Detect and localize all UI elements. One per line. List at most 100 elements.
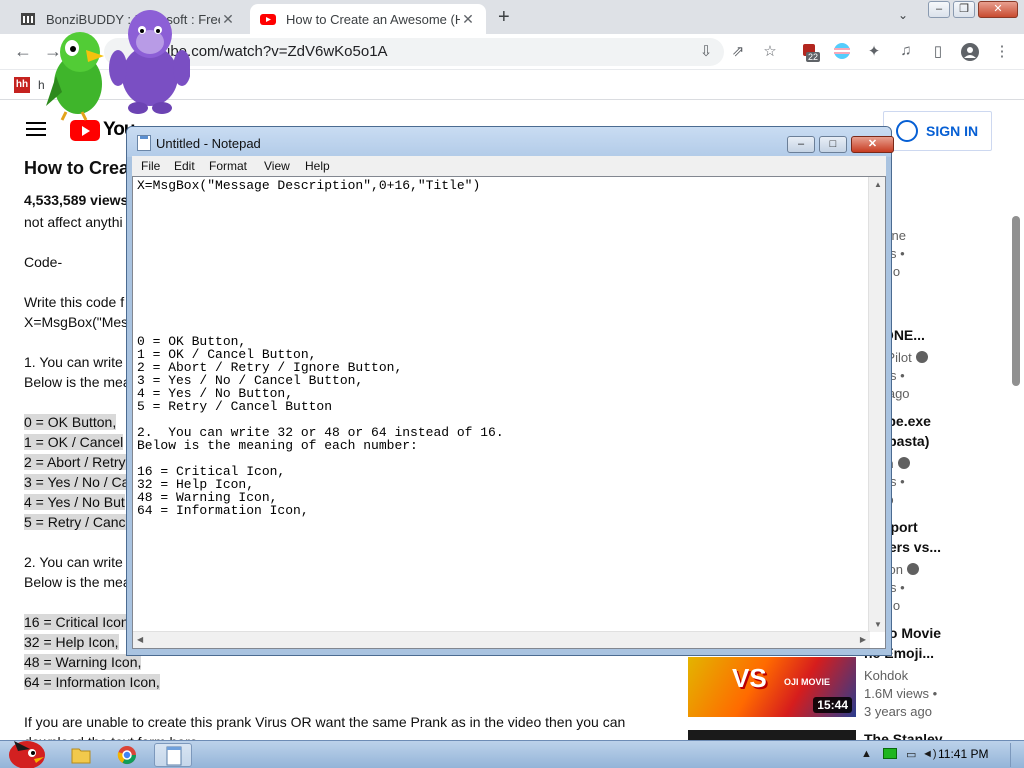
- account-circle-icon: [896, 120, 918, 142]
- tray-expand-icon[interactable]: ▲: [861, 748, 872, 760]
- address-bar[interactable]: ube.com/watch?v=ZdV6wKo5o1A: [104, 38, 724, 66]
- description-line: 16 = Critical Icon: [24, 614, 129, 630]
- description-line: X=MsgBox("Mes: [24, 314, 129, 330]
- video-thumbnail[interactable]: [688, 730, 856, 740]
- notepad-content: X=MsgBox("Message Description",0+16,"Tit…: [137, 179, 865, 517]
- bookmark-star-icon[interactable]: ☆: [760, 42, 780, 62]
- menu-view[interactable]: View: [264, 159, 290, 173]
- notepad-line: [137, 270, 865, 283]
- notepad-line: Below is the meaning of each number:: [137, 438, 418, 453]
- show-desktop-button[interactable]: [1010, 743, 1022, 767]
- scroll-right-icon[interactable]: ▶: [860, 635, 866, 644]
- description-line: Code-: [24, 254, 63, 270]
- notepad-line: [137, 257, 865, 270]
- description-line: 3 = Yes / No / Ca: [24, 474, 130, 490]
- description-line: 2. You can write: [24, 554, 123, 570]
- tab-youtube[interactable]: How to Create an Awesome (H ✕: [250, 4, 486, 34]
- taskbar: ▲ ▭ ◄) 11:41 PM: [0, 740, 1024, 768]
- horizontal-scrollbar[interactable]: ◀ ▶: [133, 631, 870, 648]
- maximize-button[interactable]: ❐: [953, 1, 975, 18]
- notepad-line: [137, 309, 865, 322]
- new-tab-icon[interactable]: +: [498, 6, 510, 29]
- notepad-line: 5 = Retry / Cancel Button: [137, 399, 333, 414]
- notepad-text-area[interactable]: X=MsgBox("Message Description",0+16,"Tit…: [132, 176, 886, 649]
- extension-badge: 22: [806, 52, 821, 62]
- volume-icon[interactable]: ◄): [922, 748, 937, 760]
- purple-gorilla-character[interactable]: [108, 4, 190, 116]
- video-duration: 15:44: [813, 697, 852, 713]
- description-line: Below is the mea: [24, 374, 131, 390]
- description-line: 4 = Yes / No But: [24, 494, 125, 510]
- scroll-down-icon[interactable]: ▼: [874, 620, 882, 629]
- scroll-up-icon[interactable]: ▲: [874, 180, 882, 189]
- share-icon[interactable]: ⇗: [728, 42, 748, 62]
- notepad-line: [137, 231, 865, 244]
- verified-check-icon: [897, 457, 910, 469]
- tab-search-chevron-icon[interactable]: ⌄: [898, 8, 908, 22]
- view-count: 4,533,589 views: [24, 192, 129, 208]
- vertical-scrollbar[interactable]: ▲ ▼: [868, 177, 885, 632]
- notepad-titlebar[interactable]: Untitled - Notepad – □ ✕: [127, 127, 894, 157]
- related-video-meta: 3 years ago: [864, 704, 932, 719]
- related-video-meta: Kohdok: [864, 668, 909, 683]
- notepad-taskbar-icon: [166, 746, 182, 766]
- taskbar-notepad[interactable]: [154, 743, 192, 767]
- notepad-line: [137, 244, 865, 257]
- verified-check-icon: [907, 563, 920, 575]
- description-line: If you are unable to create this prank V…: [24, 714, 626, 730]
- notepad-title: Untitled - Notepad: [156, 136, 261, 151]
- notepad-minimize-button[interactable]: –: [787, 136, 815, 153]
- thumbnail-vs-text: VS: [732, 663, 767, 693]
- extension-flag-icon[interactable]: [832, 42, 852, 62]
- notepad-line: [137, 296, 865, 309]
- menu-kebab-icon[interactable]: ⋮: [992, 42, 1012, 62]
- sign-in-button[interactable]: SIGN IN: [883, 111, 992, 151]
- video-thumbnail[interactable]: VS OJI MOVIE 15:44: [688, 657, 856, 717]
- close-button[interactable]: ✕: [978, 1, 1018, 18]
- description-line: 1 = OK / Cancel: [24, 434, 124, 450]
- menu-format[interactable]: Format: [209, 159, 247, 173]
- video-title: How to Crea: [24, 158, 130, 178]
- youtube-logo-icon[interactable]: [70, 120, 100, 141]
- menu-file[interactable]: File: [141, 159, 160, 173]
- youtube-favicon-icon: [260, 14, 276, 25]
- menu-edit[interactable]: Edit: [174, 159, 195, 173]
- green-parrot-character[interactable]: [42, 26, 116, 122]
- description-line: Below is the mea: [24, 574, 131, 590]
- extension-red-icon[interactable]: 22: [800, 42, 821, 62]
- hh-bookmark-icon[interactable]: hh: [14, 77, 30, 93]
- tab-title: How to Create an Awesome (H: [286, 11, 460, 27]
- taskbar-chrome[interactable]: [108, 743, 146, 767]
- profile-icon[interactable]: [960, 42, 980, 62]
- description-line: not affect anythi: [24, 214, 123, 230]
- description-line: 2 = Abort / Retry: [24, 454, 126, 470]
- side-panel-icon[interactable]: ▯: [928, 42, 948, 62]
- network-icon[interactable]: ▭: [906, 748, 916, 761]
- notepad-window[interactable]: Untitled - Notepad – □ ✕ File Edit Forma…: [126, 126, 894, 656]
- clock[interactable]: 11:41 PM: [938, 747, 988, 761]
- tab-close-icon[interactable]: ✕: [220, 11, 236, 28]
- verified-check-icon: [915, 351, 928, 363]
- notepad-maximize-button[interactable]: □: [819, 136, 847, 153]
- extensions-puzzle-icon[interactable]: ✦: [864, 42, 884, 62]
- angry-bird-start-icon[interactable]: [4, 733, 50, 768]
- menu-help[interactable]: Help: [305, 159, 330, 173]
- notepad-icon: [137, 135, 151, 151]
- hamburger-menu-icon[interactable]: [26, 122, 46, 140]
- minimize-button[interactable]: –: [928, 1, 950, 18]
- back-icon[interactable]: ←: [14, 41, 32, 62]
- tab-close-icon[interactable]: ✕: [460, 11, 476, 28]
- scroll-left-icon[interactable]: ◀: [137, 635, 143, 644]
- notepad-close-button[interactable]: ✕: [851, 136, 894, 153]
- taskbar-explorer[interactable]: [62, 743, 100, 767]
- page-scrollbar[interactable]: [1012, 216, 1020, 386]
- screen: BonziBUDDY : Microsoft : Free ✕ How to C…: [0, 0, 1024, 768]
- install-icon[interactable]: ⇩: [696, 42, 716, 62]
- media-control-icon[interactable]: ♫: [896, 42, 916, 62]
- description-line: 0 = OK Button,: [24, 414, 117, 430]
- notepad-line: [137, 218, 865, 231]
- url-text: ube.com/watch?v=ZdV6wKo5o1A: [162, 43, 388, 60]
- notepad-line: [137, 322, 865, 335]
- battery-icon[interactable]: [883, 748, 897, 759]
- description-line: 64 = Information Icon,: [24, 674, 160, 690]
